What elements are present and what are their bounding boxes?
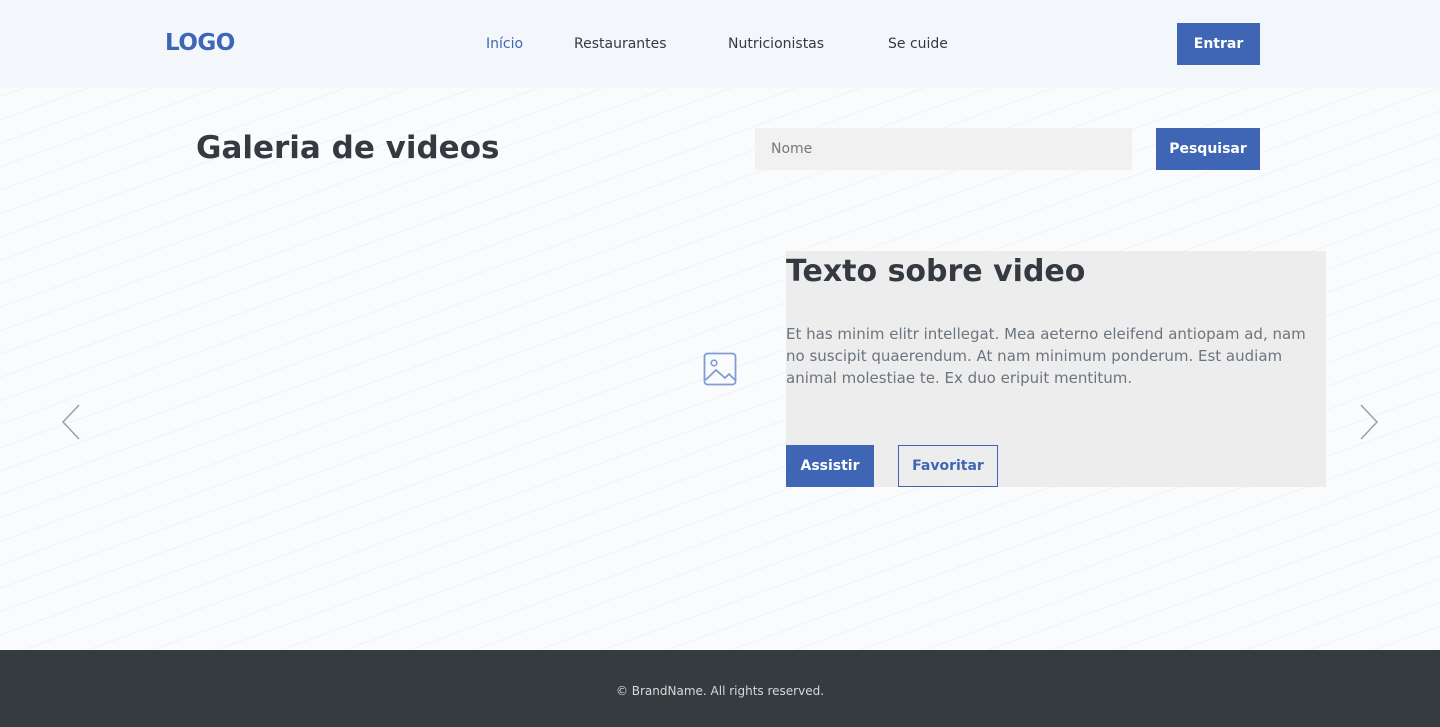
nav-link-nutricionistas[interactable]: Nutricionistas xyxy=(728,36,824,52)
chevron-right-icon xyxy=(1360,404,1379,440)
search-button[interactable]: Pesquisar xyxy=(1156,128,1260,170)
nav-link-inicio[interactable]: Início xyxy=(486,36,523,52)
carousel-next-button[interactable] xyxy=(1359,404,1379,440)
image-icon xyxy=(703,352,737,386)
nav-link-se-cuide[interactable]: Se cuide xyxy=(888,36,948,52)
video-title: Texto sobre video xyxy=(786,254,1086,289)
video-description: Et has minim elitr intellegat. Mea aeter… xyxy=(786,325,1306,387)
top-navbar: LOGO Início Restaurantes Nutricionistas … xyxy=(0,0,1440,88)
logo[interactable]: LOGO xyxy=(165,30,235,56)
footer: © BrandName. All rights reserved. xyxy=(0,650,1440,727)
watch-button[interactable]: Assistir xyxy=(786,445,874,487)
favorite-button[interactable]: Favoritar xyxy=(898,445,998,487)
video-thumbnail[interactable] xyxy=(703,352,737,386)
copyright-text: © BrandName. All rights reserved. xyxy=(615,684,825,698)
page-title: Galeria de videos xyxy=(196,130,500,166)
nav-link-restaurantes[interactable]: Restaurantes xyxy=(574,36,667,52)
login-button[interactable]: Entrar xyxy=(1177,23,1260,65)
carousel-prev-button[interactable] xyxy=(61,404,81,440)
chevron-left-icon xyxy=(61,404,80,440)
search-input[interactable] xyxy=(755,128,1132,170)
